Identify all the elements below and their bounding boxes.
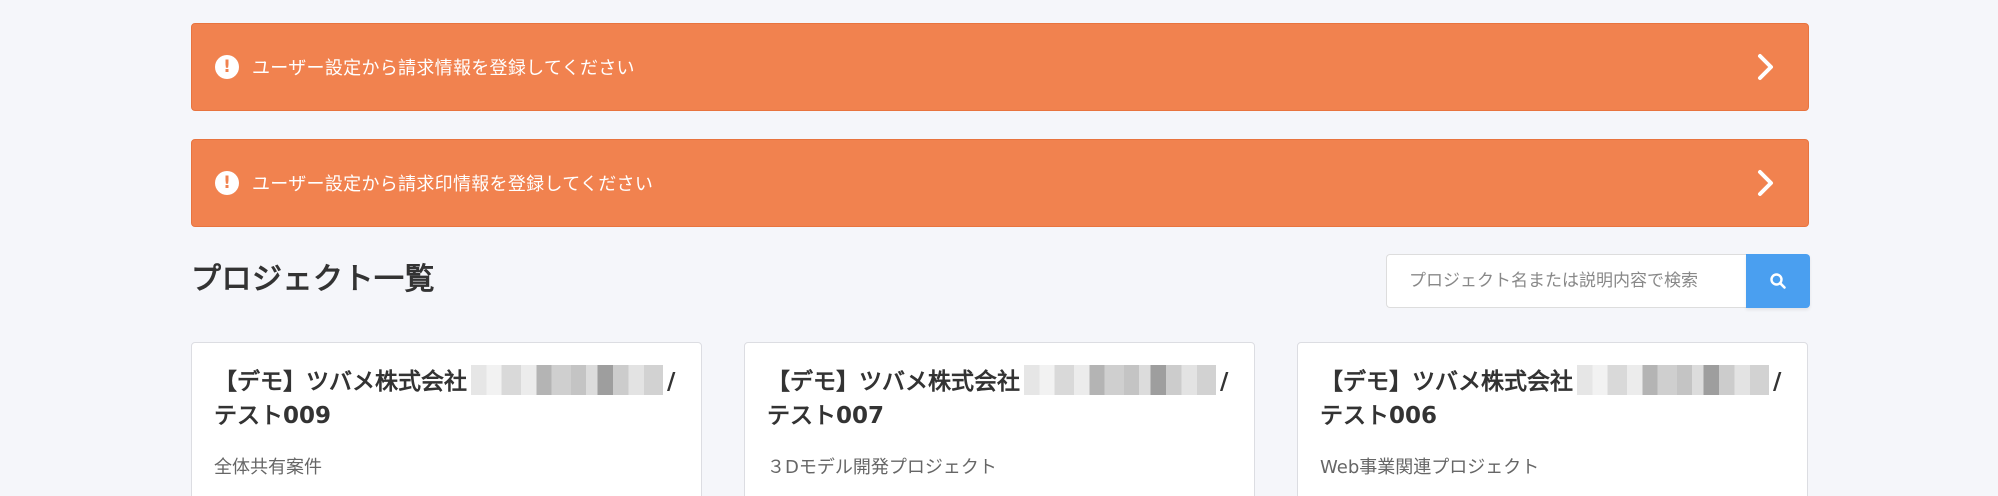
redacted-block [1024, 365, 1216, 395]
project-title-prefix: 【デモ】ツバメ株式会社 [214, 369, 467, 395]
search-button[interactable] [1746, 254, 1810, 308]
exclamation-circle-icon: ! [215, 55, 239, 79]
project-card[interactable]: 【デモ】ツバメ株式会社 / テスト007 ３Dモデル開発プロジェクト [744, 342, 1255, 496]
billing-info-alert[interactable]: ! ユーザー設定から請求情報を登録してください [191, 23, 1809, 111]
search-input[interactable] [1386, 254, 1746, 308]
redacted-block [1577, 365, 1769, 395]
project-description: ３Dモデル開発プロジェクト [767, 457, 997, 478]
billing-seal-alert[interactable]: ! ユーザー設定から請求印情報を登録してください [191, 139, 1809, 227]
project-title-prefix: 【デモ】ツバメ株式会社 [767, 369, 1020, 395]
project-description: 全体共有案件 [214, 457, 322, 478]
project-title: 【デモ】ツバメ株式会社 / テスト006 [1320, 365, 1790, 433]
project-description: Web事業関連プロジェクト [1320, 457, 1540, 478]
alert-message: ユーザー設定から請求情報を登録してください [252, 58, 635, 79]
chevron-right-icon [1758, 54, 1773, 80]
redacted-block [471, 365, 663, 395]
project-card[interactable]: 【デモ】ツバメ株式会社 / テスト006 Web事業関連プロジェクト [1297, 342, 1808, 496]
project-card[interactable]: 【デモ】ツバメ株式会社 / テスト009 全体共有案件 [191, 342, 702, 496]
exclamation-circle-icon: ! [215, 171, 239, 195]
chevron-right-icon [1758, 170, 1773, 196]
project-title-prefix: 【デモ】ツバメ株式会社 [1320, 369, 1573, 395]
project-title: 【デモ】ツバメ株式会社 / テスト007 [767, 365, 1237, 433]
alert-message: ユーザー設定から請求印情報を登録してください [252, 174, 654, 195]
page: ! ユーザー設定から請求情報を登録してください ! ユーザー設定から請求印情報を… [0, 0, 1998, 496]
project-search [1386, 254, 1810, 308]
page-title: プロジェクト一覧 [191, 262, 435, 297]
search-icon [1770, 273, 1786, 289]
project-title: 【デモ】ツバメ株式会社 / テスト009 [214, 365, 684, 433]
